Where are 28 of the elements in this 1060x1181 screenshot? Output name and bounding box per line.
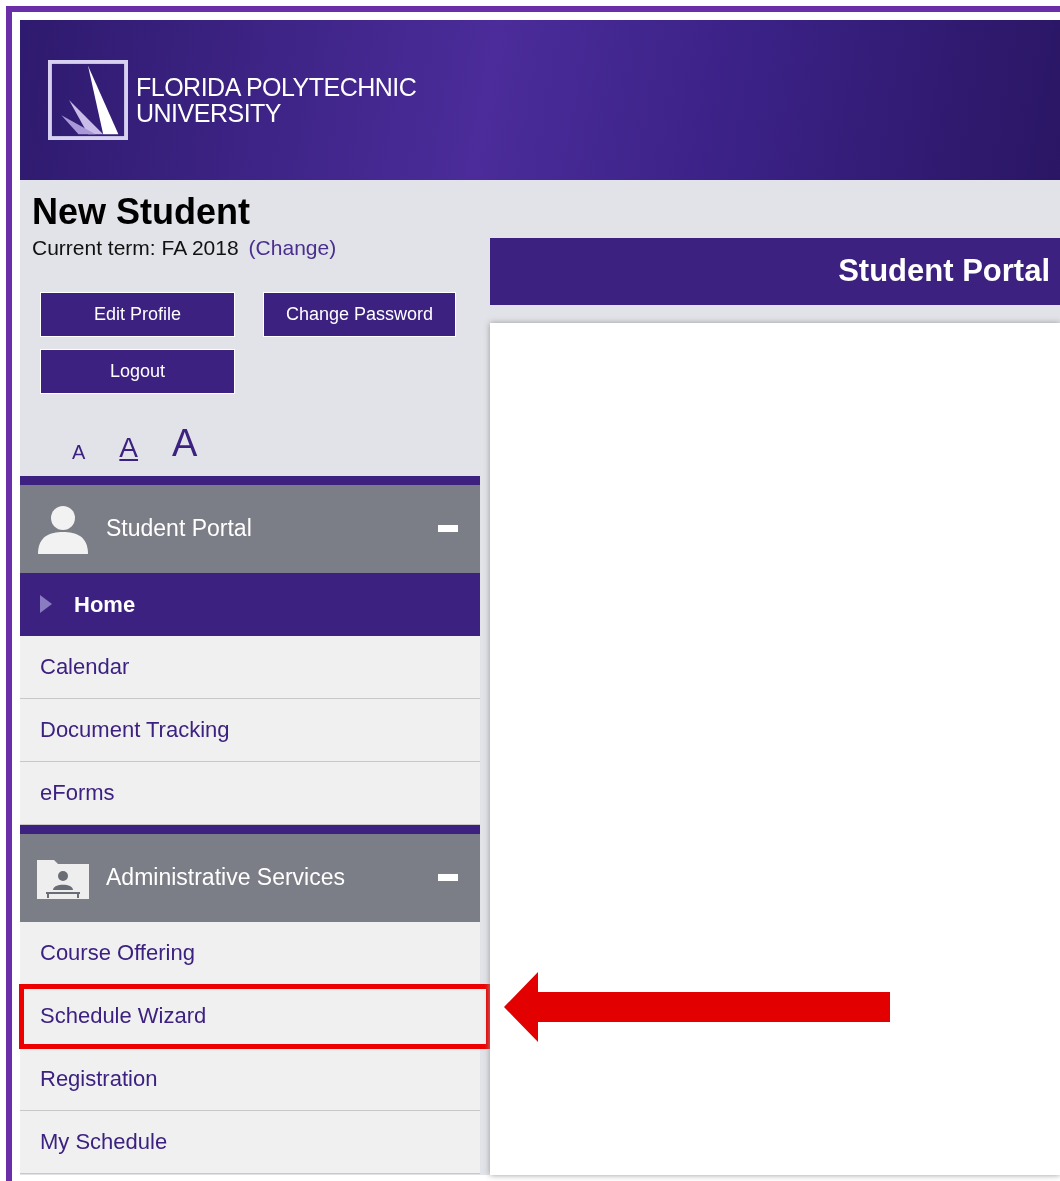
font-size-option[interactable]: A	[119, 433, 139, 462]
menu-item[interactable]: Registration	[20, 1047, 480, 1111]
menu-item[interactable]: eForms	[20, 761, 480, 825]
menu-item[interactable]: Document Tracking	[20, 698, 480, 762]
menu-item[interactable]: Schedule Wizard	[20, 984, 490, 1048]
logo-text: UNIVERSITY	[136, 100, 283, 126]
menu-item[interactable]: Calendar	[20, 635, 480, 699]
panel-title: Student Portal	[490, 238, 1060, 305]
current-term-label: Current term: FA 2018	[32, 236, 239, 259]
menu-group-title: Administrative Services	[106, 863, 347, 893]
triangle-icon	[40, 595, 52, 613]
profile-button[interactable]: Edit Profile	[40, 291, 235, 337]
logo-text: FLORIDA POLYTECHNIC	[136, 74, 417, 100]
menu-item[interactable]: My Schedule	[20, 1110, 480, 1174]
menu-item[interactable]: Course Offering	[20, 921, 480, 985]
menu-group-header[interactable]: Administrative Services	[20, 833, 480, 922]
menu-group-header[interactable]: Student Portal	[20, 484, 480, 573]
font-size-option[interactable]: A	[172, 423, 198, 462]
change-term-link[interactable]: (Change)	[248, 236, 337, 259]
collapse-icon[interactable]	[438, 525, 458, 532]
wing-logo-icon	[48, 60, 128, 140]
font-size-option[interactable]: A	[72, 441, 86, 462]
user-name: New Student	[32, 192, 251, 232]
collapse-icon[interactable]	[438, 874, 458, 881]
menu-group-title: Student Portal	[106, 514, 253, 544]
profile-button[interactable]: Logout	[40, 348, 235, 394]
profile-button[interactable]: Change Password	[263, 291, 456, 337]
menu-item[interactable]: Home	[20, 572, 480, 636]
